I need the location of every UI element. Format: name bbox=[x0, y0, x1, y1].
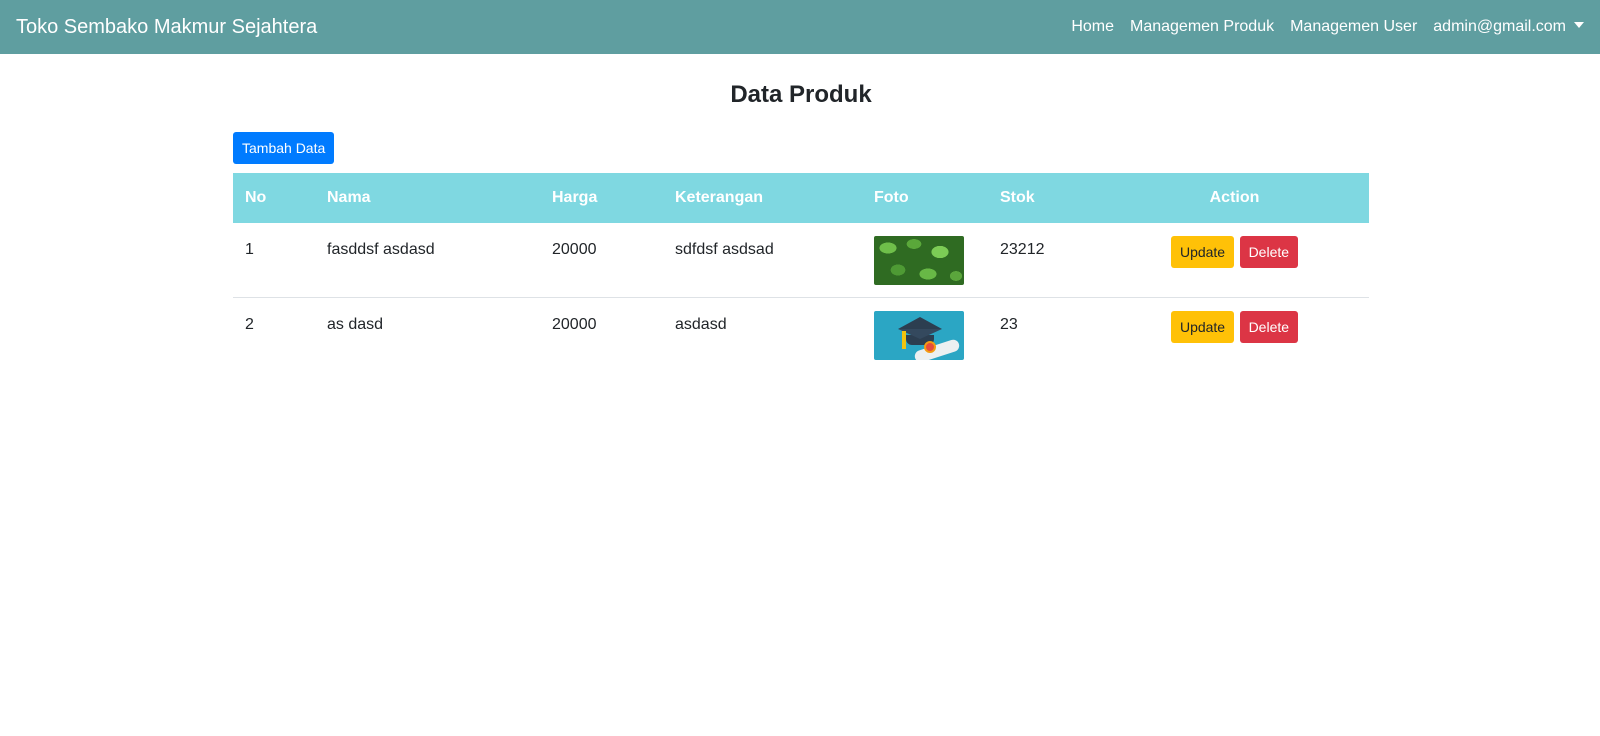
delete-button[interactable]: Delete bbox=[1239, 236, 1299, 268]
cell-nama: as dasd bbox=[315, 296, 540, 371]
seal-icon bbox=[924, 340, 936, 353]
cell-no: 2 bbox=[233, 296, 315, 371]
header-nama: Nama bbox=[327, 189, 371, 206]
nav-managemen-user[interactable]: Managemen User bbox=[1290, 18, 1417, 36]
header-action: Action bbox=[1209, 189, 1260, 206]
user-dropdown[interactable]: admin@gmail.com bbox=[1433, 18, 1584, 36]
header-stok: Stok bbox=[1000, 189, 1035, 206]
product-table: No Nama Harga Keterangan Foto Stok Actio… bbox=[233, 173, 1369, 371]
graduation-cap-icon bbox=[898, 316, 942, 329]
graduation-photo bbox=[874, 310, 964, 360]
cell-action: Update Delete bbox=[1100, 296, 1369, 371]
add-data-button[interactable]: Tambah Data bbox=[233, 132, 335, 164]
table-header: No Nama Harga Keterangan Foto Stok Actio… bbox=[233, 173, 1369, 223]
cell-foto bbox=[874, 223, 988, 297]
cell-stok: 23 bbox=[988, 296, 1100, 371]
header-keterangan: Keterangan bbox=[675, 189, 764, 206]
table-row: 2 as dasd 20000 asdasd 23 Update Delete bbox=[233, 296, 1369, 371]
update-button[interactable]: Update bbox=[1170, 310, 1235, 343]
main-container: Data Produk Tambah Data No Nama Harga Ke… bbox=[231, 80, 1369, 371]
cell-harga: 20000 bbox=[552, 241, 597, 258]
table-header-row: No Nama Harga Keterangan Foto Stok Actio… bbox=[233, 173, 1369, 223]
caret-down-icon bbox=[1574, 22, 1584, 28]
cell-foto bbox=[874, 296, 988, 371]
update-button[interactable]: Update bbox=[1170, 236, 1235, 268]
cell-harga: 20000 bbox=[540, 296, 663, 371]
cell-keterangan: asdasd bbox=[663, 296, 874, 371]
page-title: Data Produk bbox=[730, 81, 872, 108]
nav-home[interactable]: Home bbox=[1071, 18, 1114, 36]
header-harga: Harga bbox=[552, 189, 598, 206]
delete-button[interactable]: Delete bbox=[1239, 310, 1299, 343]
cell-no: 1 bbox=[245, 241, 254, 258]
cell-keterangan: sdfdsf asdsad bbox=[675, 241, 774, 258]
cell-stok: 23212 bbox=[1000, 241, 1045, 258]
cell-action: Update Delete bbox=[1100, 223, 1369, 297]
header-no: No bbox=[245, 189, 267, 206]
table-row: 1 fasddsf asdasd 20000 sdfdsf asdsad 232… bbox=[233, 223, 1369, 297]
leaves-photo bbox=[874, 236, 964, 285]
nav-managemen-produk[interactable]: Managemen Produk bbox=[1130, 18, 1274, 36]
header-foto: Foto bbox=[874, 189, 909, 206]
user-email: admin@gmail.com bbox=[1433, 18, 1566, 35]
table-body: 1 fasddsf asdasd 20000 sdfdsf asdsad 232… bbox=[233, 223, 1369, 371]
tassel-icon bbox=[902, 330, 906, 349]
brand-link[interactable]: Toko Sembako Makmur Sejahtera bbox=[16, 16, 317, 39]
nav-links: Home Managemen Produk Managemen User adm… bbox=[1071, 18, 1584, 36]
navbar: Toko Sembako Makmur Sejahtera Home Manag… bbox=[0, 0, 1600, 54]
cell-nama: fasddsf asdasd bbox=[327, 241, 435, 258]
